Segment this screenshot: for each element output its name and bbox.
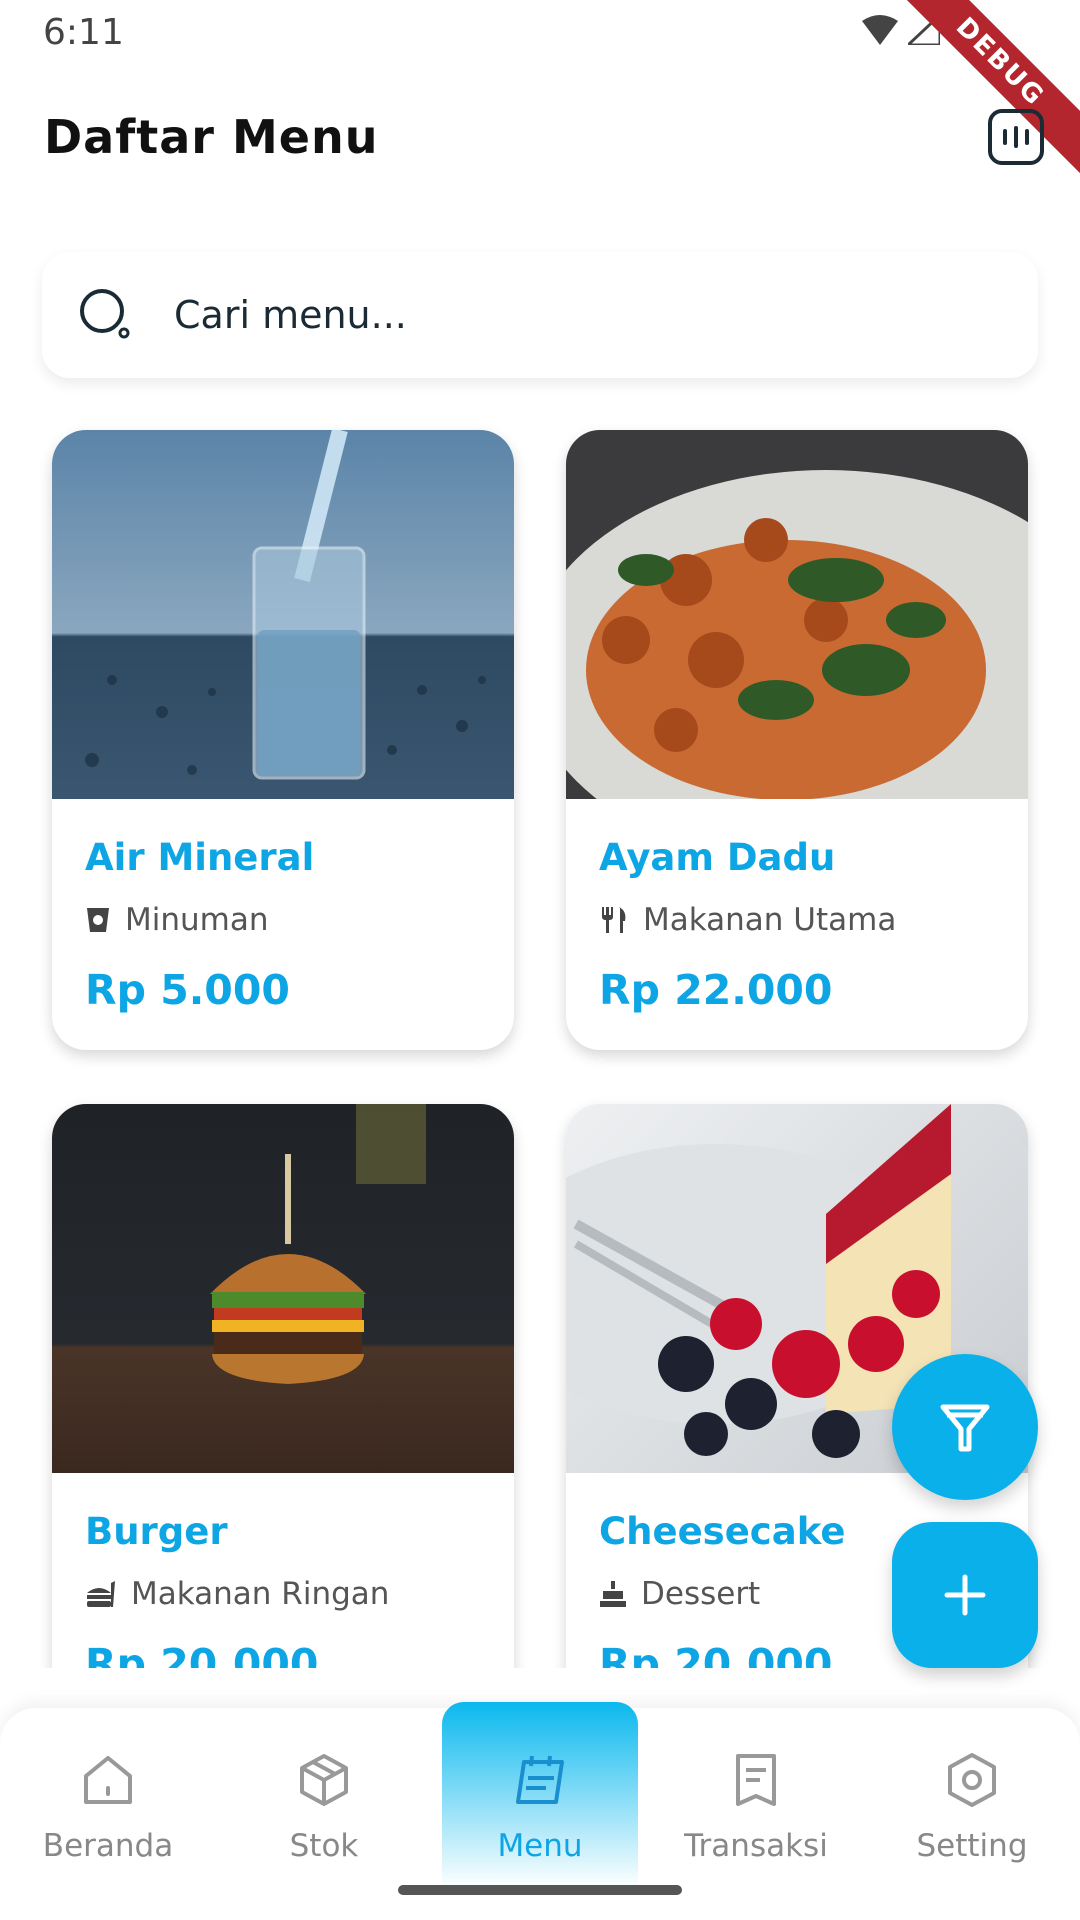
nav-label: Transaksi: [684, 1828, 828, 1864]
menu-item-category: Makanan Ringan: [85, 1576, 389, 1612]
nav-label: Menu: [497, 1828, 583, 1864]
nav-item-transaksi[interactable]: Transaksi: [658, 1708, 854, 1888]
nav-item-beranda[interactable]: Beranda: [10, 1708, 206, 1888]
menu-item-category: Dessert: [599, 1576, 760, 1612]
fastfood-icon: [87, 1581, 115, 1607]
home-indicator[interactable]: [398, 1885, 682, 1895]
menu-item-category-label: Makanan Ringan: [131, 1576, 390, 1612]
search-icon: [80, 289, 130, 339]
cake-icon: [600, 1581, 626, 1607]
nav-label: Stok: [289, 1828, 359, 1864]
menu-item-image: [52, 430, 514, 799]
app-screen: 6:11 DEBUG Daftar Menu Cari menu... Air …: [0, 0, 1080, 1920]
menu-item-name: Burger: [85, 1510, 228, 1553]
menu-item-category: Makanan Utama: [599, 902, 896, 938]
search-bar[interactable]: [42, 252, 1038, 378]
nav-item-setting[interactable]: Setting: [874, 1708, 1070, 1888]
menu-item-category-label: Makanan Utama: [643, 902, 897, 938]
menu-item-image: [52, 1104, 514, 1473]
nav-label: Beranda: [42, 1828, 174, 1864]
menu-item-price: Rp 20.000: [599, 1640, 833, 1668]
menu-item-image: [566, 430, 1028, 799]
add-menu-button[interactable]: [892, 1522, 1038, 1668]
plus-icon: [944, 1574, 986, 1616]
nav-item-stok[interactable]: Stok: [226, 1708, 422, 1888]
receipt-icon: [736, 1754, 776, 1806]
menu-item-price: Rp 20.000: [85, 1640, 319, 1668]
menu-card[interactable]: Air Mineral Minuman Rp 5.000: [52, 430, 514, 1050]
nav-label: Setting: [916, 1828, 1028, 1864]
menu-item-name: Air Mineral: [85, 836, 315, 879]
menu-card[interactable]: Burger Makanan Ringan Rp 20.000: [52, 1104, 514, 1668]
app-header: Daftar Menu: [0, 64, 1080, 214]
menu-item-category-label: Dessert: [641, 1576, 761, 1612]
fork-knife-icon: [602, 907, 626, 933]
menu-item-price: Rp 5.000: [85, 966, 290, 1014]
settings-icon: [948, 1753, 996, 1807]
home-icon: [84, 1756, 132, 1804]
search-input[interactable]: [174, 293, 934, 337]
menu-item-price: Rp 22.000: [599, 966, 833, 1014]
menu-item-category-label: Minuman: [125, 902, 269, 938]
nav-item-menu[interactable]: Menu: [442, 1702, 638, 1888]
filter-icon: [940, 1404, 990, 1452]
wifi-icon: [862, 15, 898, 45]
menu-item-category: Minuman: [85, 902, 269, 938]
page-title: Daftar Menu: [44, 110, 379, 164]
menu-item-name: Cheesecake: [599, 1510, 846, 1553]
menu-book-icon: [516, 1755, 564, 1804]
analytics-icon[interactable]: [988, 109, 1044, 165]
filter-button[interactable]: [892, 1354, 1038, 1500]
box-icon: [300, 1754, 348, 1806]
cup-icon: [87, 908, 109, 932]
menu-item-name: Ayam Dadu: [599, 836, 836, 879]
status-bar: 6:11 DEBUG: [0, 0, 1080, 184]
menu-card[interactable]: Ayam Dadu Makanan Utama Rp 22.000: [566, 430, 1028, 1050]
status-time: 6:11: [43, 12, 124, 53]
